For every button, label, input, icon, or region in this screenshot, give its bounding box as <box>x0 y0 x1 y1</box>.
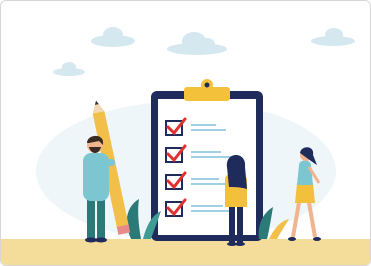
ground <box>1 239 370 265</box>
illustration-frame <box>0 0 371 266</box>
checklist-illustration <box>1 1 370 265</box>
